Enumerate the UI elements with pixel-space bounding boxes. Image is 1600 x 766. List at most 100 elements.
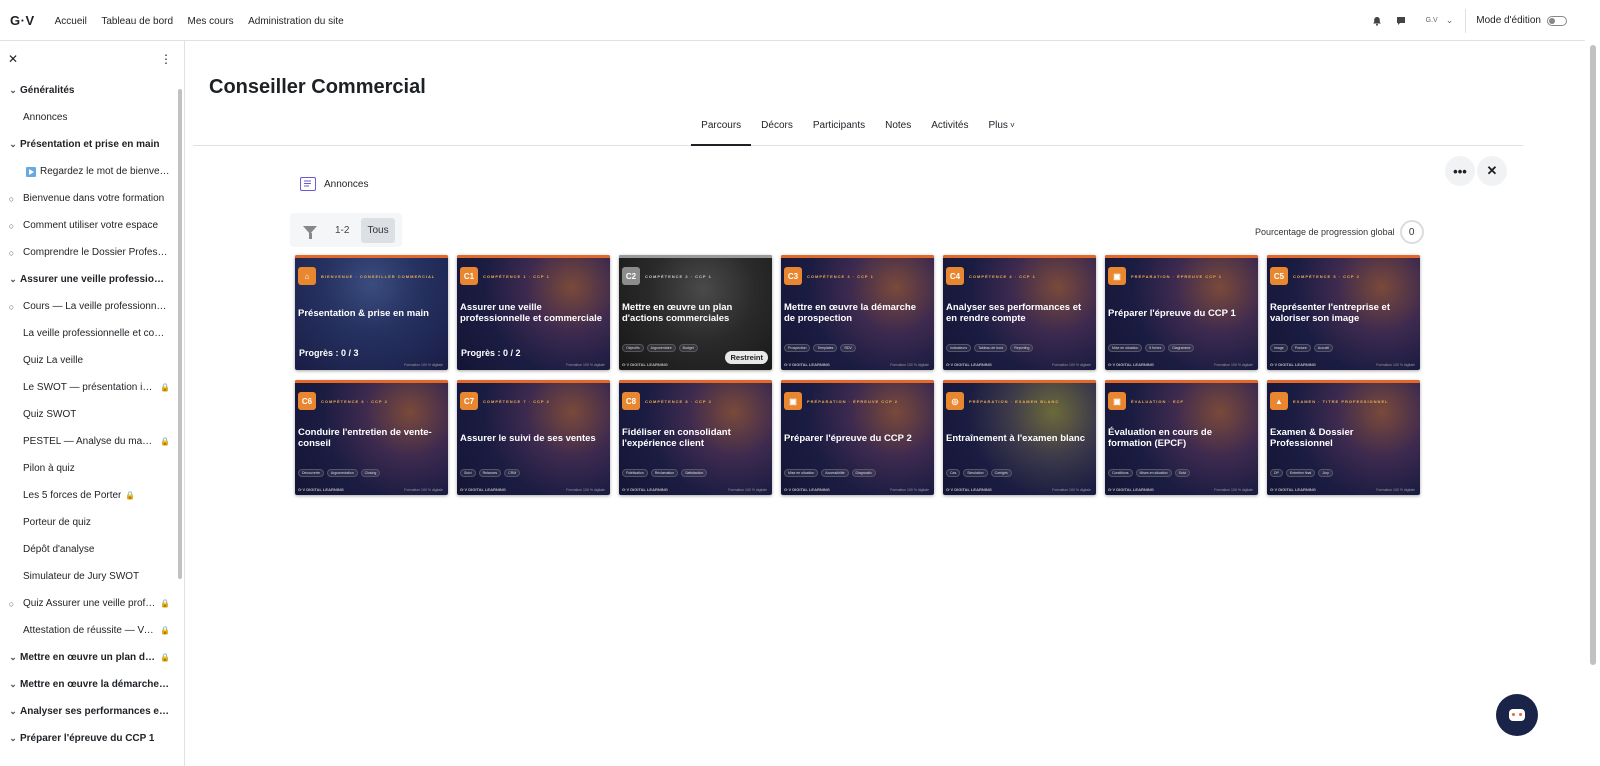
section-card[interactable]: C7 COMPÉTENCE 7 · CCP 2 Assurer le suivi d… (457, 380, 610, 495)
sidebar-section[interactable]: ⌄Mettre en œuvre la démarche de prospect… (0, 671, 184, 698)
filter-all-button[interactable]: Tous (361, 217, 395, 243)
card-tag: Argumentaire (646, 344, 676, 352)
sidebar-activity[interactable]: Annonces (0, 104, 184, 131)
tab-plus[interactable]: Plus ˅ (978, 112, 1024, 146)
card-tag: Accueil (1313, 344, 1334, 352)
sidebar-section[interactable]: ⌄ Assurer une veille professionnelle (0, 266, 184, 293)
nav-mes-cours[interactable]: Mes cours (188, 16, 234, 27)
sidebar-activity[interactable]: Simulateur de Jury SWOT (0, 563, 184, 590)
tab-decors[interactable]: Décors (751, 112, 803, 146)
filter-1-2-button[interactable]: 1-2 (335, 225, 349, 236)
sidebar-item-label: Assurer une veille professionnelle (20, 274, 170, 285)
section-card[interactable]: ▣ PRÉPARATION · ÉPREUVE CCP 1 Préparer l'é… (1105, 255, 1258, 370)
sidebar-scrollbar[interactable] (178, 89, 182, 579)
completion-circle-icon[interactable]: ○ (0, 302, 23, 312)
chevron-down-icon[interactable]: ⌄ (0, 274, 20, 285)
chevron-down-icon[interactable]: ⌄ (0, 85, 20, 96)
user-menu[interactable]: G.V ⌄ (1426, 15, 1454, 26)
sidebar-item-label: Cours — La veille professionnelle (23, 301, 170, 312)
chat-assistant-button[interactable] (1496, 694, 1538, 736)
course-index-list: ⌄ Généralités Annonces ⌄ Présentation et pri… (0, 77, 184, 752)
section-card[interactable]: C8 COMPÉTENCE 8 · CCP 2 Fidéliser en conso… (619, 380, 772, 495)
card-tags: Prospection Templates RDV (784, 344, 859, 352)
notification-bell-icon[interactable] (1372, 16, 1382, 26)
sidebar-item-label: Porteur de quiz (23, 517, 91, 528)
card-tag: Mises en situation (1135, 469, 1172, 477)
card-kicker: COMPÉTENCE 7 · CCP 2 (483, 399, 550, 404)
sidebar-activity[interactable]: Attestation de réussite — Veille 🔒 (0, 617, 184, 644)
sidebar-activity[interactable]: Quiz SWOT (0, 401, 184, 428)
card-badge: C1 (460, 267, 478, 285)
tab-parcours[interactable]: Parcours (691, 112, 752, 146)
tab-notes[interactable]: Notes (875, 112, 921, 146)
card-title: Examen & Dossier Professionnel (1270, 427, 1354, 449)
sidebar-activity[interactable]: Les 5 forces de Porter 🔒 (0, 482, 184, 509)
card-tag: Diagnostic (851, 469, 876, 477)
sidebar-section[interactable]: ⌄ Généralités (0, 77, 184, 104)
section-card[interactable]: C4 COMPÉTENCE 4 · CCP 1 Analyser ses perfo… (943, 255, 1096, 370)
chevron-down-icon[interactable]: ⌄ (0, 733, 20, 744)
tab-activites[interactable]: Activités (921, 112, 978, 146)
sidebar-activity[interactable]: Le SWOT — présentation interactive🔒 (0, 374, 184, 401)
nav-administration[interactable]: Administration du site (248, 16, 344, 27)
edit-mode-toggle[interactable] (1547, 15, 1567, 26)
site-logo[interactable]: G·V (10, 13, 35, 28)
card-tags: Cas Simulation Corrigés (946, 469, 1015, 477)
card-tag: Découverte (298, 469, 324, 477)
completion-circle-icon[interactable]: ○ (0, 221, 23, 231)
nav-tableau-de-bord[interactable]: Tableau de bord (101, 16, 173, 27)
sidebar-activity[interactable]: PESTEL — Analyse du macro-environnement🔒 (0, 428, 184, 455)
section-card[interactable]: C2 COMPÉTENCE 2 · CCP 1 Mettre en œuvre un… (619, 255, 772, 370)
sidebar-activity[interactable]: Pilon à quiz (0, 455, 184, 482)
card-tag: Diagramme (1168, 344, 1195, 352)
section-card[interactable]: ▣ ÉVALUATION · ECF Évaluation en cours de … (1105, 380, 1258, 495)
close-button[interactable]: ✕ (1477, 156, 1507, 186)
chevron-down-icon[interactable]: ⌄ (0, 652, 20, 663)
announcements-link[interactable]: Annonces (300, 177, 368, 191)
card-kicker: PRÉPARATION · EXAMEN BLANC (969, 399, 1060, 404)
card-kicker: COMPÉTENCE 8 · CCP 2 (645, 399, 712, 404)
section-card[interactable]: ▣ PRÉPARATION · ÉPREUVE CCP 2 Préparer l'é… (781, 380, 934, 495)
tab-participants[interactable]: Participants (803, 112, 875, 146)
card-footer-note: Formation 100 % digitale (1214, 363, 1253, 367)
sidebar-activity[interactable]: ○ Cours — La veille professionnelle (0, 293, 184, 320)
section-card[interactable]: C5 COMPÉTENCE 5 · CCP 2 Représenter l'entr… (1267, 255, 1420, 370)
card-tag: Cas (946, 469, 961, 477)
card-footer-note: Formation 100 % digitale (1214, 488, 1253, 492)
sidebar-section[interactable]: ⌄Analyser ses performances et en rendre … (0, 698, 184, 725)
completion-circle-icon[interactable]: ○ (0, 599, 23, 609)
drawer-menu-icon[interactable]: ⋮ (160, 52, 172, 66)
section-card[interactable]: C3 COMPÉTENCE 3 · CCP 1 Mettre en œuvre la… (781, 255, 934, 370)
sidebar-activity[interactable]: ○ Comment utiliser votre espace (0, 212, 184, 239)
chevron-down-icon[interactable]: ⌄ (0, 679, 20, 690)
messages-chat-icon[interactable] (1396, 16, 1406, 26)
sidebar-activity[interactable]: La veille professionnelle et commerciale (0, 320, 184, 347)
sidebar-section[interactable]: ⌄ Présentation et prise en main (0, 131, 184, 158)
completion-circle-icon[interactable]: ○ (0, 194, 23, 204)
more-options-button[interactable]: ••• (1445, 156, 1475, 186)
section-card[interactable]: C6 COMPÉTENCE 6 · CCP 2 Conduire l'entreti… (295, 380, 448, 495)
sidebar-activity[interactable]: Dépôt d'analyse (0, 536, 184, 563)
chevron-down-icon[interactable]: ⌄ (0, 139, 20, 150)
close-drawer-icon[interactable]: ✕ (8, 52, 18, 66)
sidebar-activity[interactable]: ○ Bienvenue dans votre formation (0, 185, 184, 212)
nav-accueil[interactable]: Accueil (55, 16, 87, 27)
sidebar-activity[interactable]: ○Quiz Assurer une veille professionnelle… (0, 590, 184, 617)
sidebar-activity[interactable]: Quiz La veille (0, 347, 184, 374)
completion-circle-icon[interactable]: ○ (0, 248, 23, 258)
section-card[interactable]: ◎ PRÉPARATION · EXAMEN BLANC Entraînement … (943, 380, 1096, 495)
section-card[interactable]: C1 COMPÉTENCE 1 · CCP 1 Assurer une veille… (457, 255, 610, 370)
chevron-down-icon[interactable]: ⌄ (0, 706, 20, 717)
sidebar-section[interactable]: ⌄ Préparer l'épreuve du CCP 1 (0, 725, 184, 752)
filter-funnel-icon[interactable] (303, 226, 317, 239)
sidebar-section[interactable]: ⌄Mettre en œuvre un plan d'actions 🔒 (0, 644, 184, 671)
page-scrollbar[interactable] (1590, 45, 1596, 665)
restricted-badge: Restreint (725, 351, 768, 364)
sidebar-activity[interactable]: Regardez le mot de bienvenue (0, 158, 184, 185)
card-accent-bar (457, 380, 610, 383)
sidebar-activity[interactable]: Porteur de quiz (0, 509, 184, 536)
card-badge: C6 (298, 392, 316, 410)
sidebar-activity[interactable]: ○Comprendre le Dossier Professionnel (0, 239, 184, 266)
section-card[interactable]: ▲ EXAMEN · TITRE PROFESSIONNEL Examen & Do… (1267, 380, 1420, 495)
section-card[interactable]: ⌂ BIENVENUE · CONSEILLER COMMERCIAL Présen… (295, 255, 448, 370)
